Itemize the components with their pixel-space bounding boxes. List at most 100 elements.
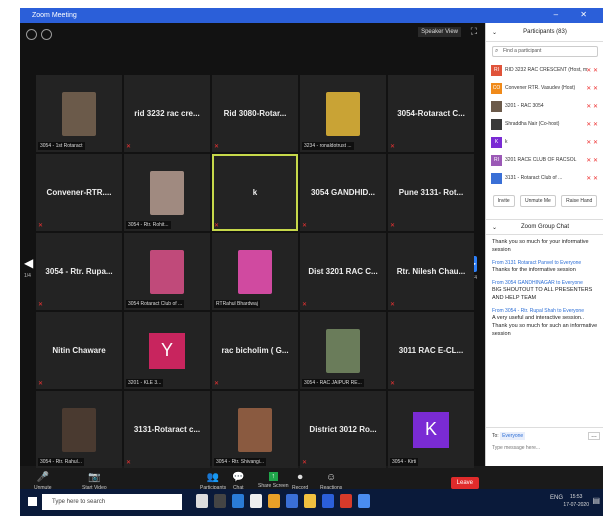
recipient-select[interactable]: Everyone xyxy=(500,432,526,440)
chat-message: BIG SHOUTOUT TO ALL PRESENTERS AND HELP … xyxy=(492,287,593,301)
video-tile[interactable]: 3054 Rotaract Club of ... xyxy=(124,233,210,310)
video-tile[interactable]: Nitin Chaware ✕ xyxy=(36,312,122,389)
participant-row[interactable]: Shraddha Nair (Co-host) ✕ ✕ xyxy=(488,115,602,133)
chat-input[interactable]: Type message here... xyxy=(492,445,540,451)
participants-title: Participants (83) xyxy=(523,29,567,35)
video-tile[interactable]: Dist 3201 RAC C... ✕ xyxy=(300,233,386,310)
edge-icon[interactable] xyxy=(232,494,244,508)
participant-video xyxy=(326,328,360,373)
avatar: RI xyxy=(491,154,502,166)
muted-mic-icon: ✕ ✕ xyxy=(586,67,598,74)
muted-mic-icon: ✕ ✕ xyxy=(586,121,598,128)
video-tile[interactable]: Rtr. Nilesh Chau... ✕ xyxy=(388,233,474,310)
video-tile[interactable]: 3011 RAC E-CL... ✕ xyxy=(388,312,474,389)
video-tile[interactable]: rac bicholim ( G... ✕ xyxy=(212,312,298,389)
video-tile[interactable]: 3054 - Rtr. Rohit... xyxy=(124,154,210,231)
video-tile[interactable]: District 3012 Ro... ✕ xyxy=(300,391,386,468)
more-icon[interactable]: … xyxy=(588,432,600,440)
video-tile[interactable]: 3054 - Rtr. Shivangi... xyxy=(212,391,298,468)
reactions-icon: ☺ xyxy=(326,472,337,483)
video-tile[interactable]: Pune 3131- Rot... ✕ xyxy=(388,154,474,231)
participant-video xyxy=(150,170,184,215)
participant-label: 3054 Rotaract Club of ... xyxy=(126,300,185,308)
zoom-app-icon[interactable] xyxy=(286,494,298,508)
participant-row[interactable]: 3131 - Rotaract Club of ... ✕ ✕ xyxy=(488,169,602,187)
participant-row[interactable]: 3201 - RAC 3054 ✕ ✕ xyxy=(488,97,602,115)
speaker-view-button[interactable]: Speaker View xyxy=(418,27,461,37)
muted-mic-icon: ✕ xyxy=(126,144,132,150)
task-view-icon[interactable] xyxy=(214,494,226,508)
participant-row[interactable]: RI RID 3232 RAC CRESCENT (Host, me) ✕ ✕ xyxy=(488,61,602,79)
muted-mic-icon: ✕ ✕ xyxy=(586,139,598,146)
zoom-meeting-icon[interactable] xyxy=(358,494,370,508)
system-tray[interactable]: ENG xyxy=(550,495,563,501)
muted-mic-icon: ✕ xyxy=(214,381,220,387)
share-button[interactable]: ↑ Share Screen xyxy=(258,472,289,489)
word-icon[interactable] xyxy=(322,494,334,508)
participant-name: 3201 - RAC 3054 xyxy=(505,103,544,109)
participant-name: rac bicholim ( G... xyxy=(221,346,289,355)
title-bar: Zoom Meeting – ✕ xyxy=(20,8,603,23)
video-tile[interactable]: K 3054 - Kirti xyxy=(388,391,474,468)
video-tile[interactable]: 3234 - ronaldotrust ... xyxy=(300,75,386,152)
muted-mic-icon: ✕ xyxy=(126,460,132,466)
window-controls[interactable]: – ✕ xyxy=(554,10,597,19)
chevron-down-icon[interactable]: ⌄ xyxy=(492,29,497,36)
to-label: To: xyxy=(492,433,499,439)
video-tile[interactable]: Convener-RTR.... ✕ xyxy=(36,154,122,231)
participant-name: 3011 RAC E-CL... xyxy=(398,346,464,355)
windows-start-icon[interactable] xyxy=(28,497,37,506)
muted-mic-icon: ✕ xyxy=(302,302,308,308)
participant-search-input[interactable]: Find a participant xyxy=(492,46,598,57)
video-tile[interactable]: 3054 GANDHID... ✕ xyxy=(300,154,386,231)
video-tile[interactable]: 3054-Rotaract C... ✕ xyxy=(388,75,474,152)
taskbar-search-input[interactable]: Type here to search xyxy=(42,494,182,510)
video-tile[interactable]: 3054 - Rtr. Rupa... ✕ xyxy=(36,233,122,310)
participant-video xyxy=(238,249,272,294)
video-tile[interactable]: Rid 3080-Rotar... ✕ xyxy=(212,75,298,152)
muted-mic-icon: ✕ xyxy=(214,223,220,229)
leave-button[interactable]: Leave xyxy=(450,477,479,489)
fullscreen-icon[interactable]: ⛶ xyxy=(471,26,477,37)
participant-row[interactable]: Kk ✕ ✕ xyxy=(488,133,602,151)
participant-label: 3054 - Rtr. Rahul... xyxy=(38,458,84,466)
video-tile[interactable]: k ✕ xyxy=(212,154,298,231)
participant-label: 3054 - Rtr. Rohit... xyxy=(126,221,171,229)
chrome-icon[interactable] xyxy=(268,494,280,508)
chat-message: Thanks for the informative session xyxy=(492,267,576,273)
participants-icon: 👥 xyxy=(206,472,220,483)
avatar: RI xyxy=(491,64,502,76)
video-tile[interactable]: rid 3232 rac cre... ✕ xyxy=(124,75,210,152)
muted-mic-icon: ✕ xyxy=(390,302,396,308)
participant-row[interactable]: RI 3201 RACE CLUB OF RACSOL ✕ ✕ xyxy=(488,151,602,169)
muted-mic-icon: ✕ xyxy=(38,223,44,229)
chevron-down-icon[interactable]: ⌄ xyxy=(492,224,497,231)
video-tile[interactable]: 3131-Rotaract c... ✕ xyxy=(124,391,210,468)
video-tile[interactable]: Y 3201 - KLE 3... xyxy=(124,312,210,389)
invite-button[interactable]: Invite xyxy=(492,195,515,207)
info-icon[interactable] xyxy=(26,29,37,40)
cortana-icon[interactable] xyxy=(196,494,208,508)
participant-name: k xyxy=(505,139,508,145)
video-tile[interactable]: RTRahul Bhardwaj xyxy=(212,233,298,310)
avatar: K xyxy=(491,136,502,148)
raise-hand-button[interactable]: Raise Hand xyxy=(561,195,598,207)
participant-label: 3054 - RAC JAIPUR RE... xyxy=(302,379,364,387)
unmute-me-button[interactable]: Unmute Me xyxy=(519,195,556,207)
file-explorer-icon[interactable] xyxy=(304,494,316,508)
shield-icon[interactable] xyxy=(41,29,52,40)
participant-row[interactable]: CO Convener RTR. Vasudev (Host) ✕ ✕ xyxy=(488,79,602,97)
pdf-icon[interactable] xyxy=(340,494,352,508)
participant-name: RID 3232 RAC CRESCENT (Host, me) xyxy=(505,67,587,73)
participant-video xyxy=(62,407,96,452)
chat-messages: Thank you so much for your informative s… xyxy=(486,235,603,341)
video-tile[interactable]: 3054 - RAC JAIPUR RE... xyxy=(300,312,386,389)
notification-icon[interactable]: ▤ xyxy=(592,496,600,505)
participant-name: Convener RTR. Vasudev (Host) xyxy=(505,85,576,91)
prev-page-icon[interactable]: ◀ xyxy=(24,256,33,270)
video-tile[interactable]: 3054 - Rtr. Rahul... xyxy=(36,391,122,468)
muted-mic-icon: ✕ xyxy=(390,144,396,150)
store-icon[interactable] xyxy=(250,494,262,508)
taskbar-apps xyxy=(196,494,370,508)
video-tile[interactable]: 3054 - 1st Rotaract xyxy=(36,75,122,152)
